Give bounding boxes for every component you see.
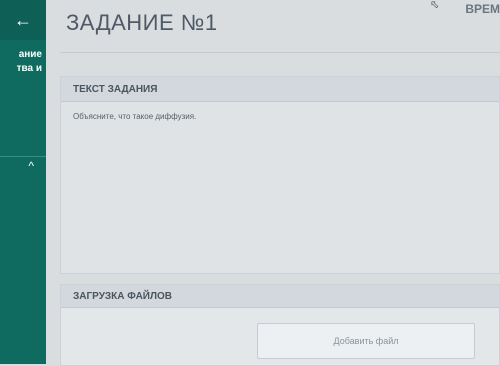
page-title: ЗАДАНИЕ №1 (66, 10, 218, 35)
upload-panel: ЗАГРУЗКА ФАЙЛОВ Добавить файл (60, 284, 500, 366)
sidebar: ← ание тва и ^ (0, 0, 46, 364)
task-section-header: ТЕКСТ ЗАДАНИЯ (61, 77, 499, 102)
back-button[interactable]: ← (0, 0, 46, 40)
task-panel: ТЕКСТ ЗАДАНИЯ Объясните, что такое диффу… (60, 76, 500, 274)
upload-section-header: ЗАГРУЗКА ФАЙЛОВ (61, 285, 499, 308)
add-file-button[interactable]: Добавить файл (257, 323, 475, 359)
chevron-up-icon: ^ (28, 159, 34, 173)
task-text: Объясните, что такое диффузия. (73, 112, 197, 121)
main-content: ЗАДАНИЕ №1 ⬁ ВРЕМ ТЕКСТ ЗАДАНИЯ Объяснит… (46, 0, 500, 366)
title-divider (60, 52, 500, 53)
mouse-cursor-icon: ⬁ (430, 0, 440, 11)
course-title-line-1: ание (18, 49, 42, 60)
course-title-line-2: тва и (16, 63, 42, 74)
course-title[interactable]: ание тва и (0, 48, 46, 76)
arrow-left-icon: ← (14, 9, 32, 30)
collapse-button[interactable]: ^ (0, 156, 46, 176)
timer-label: ВРЕМ (465, 2, 500, 16)
